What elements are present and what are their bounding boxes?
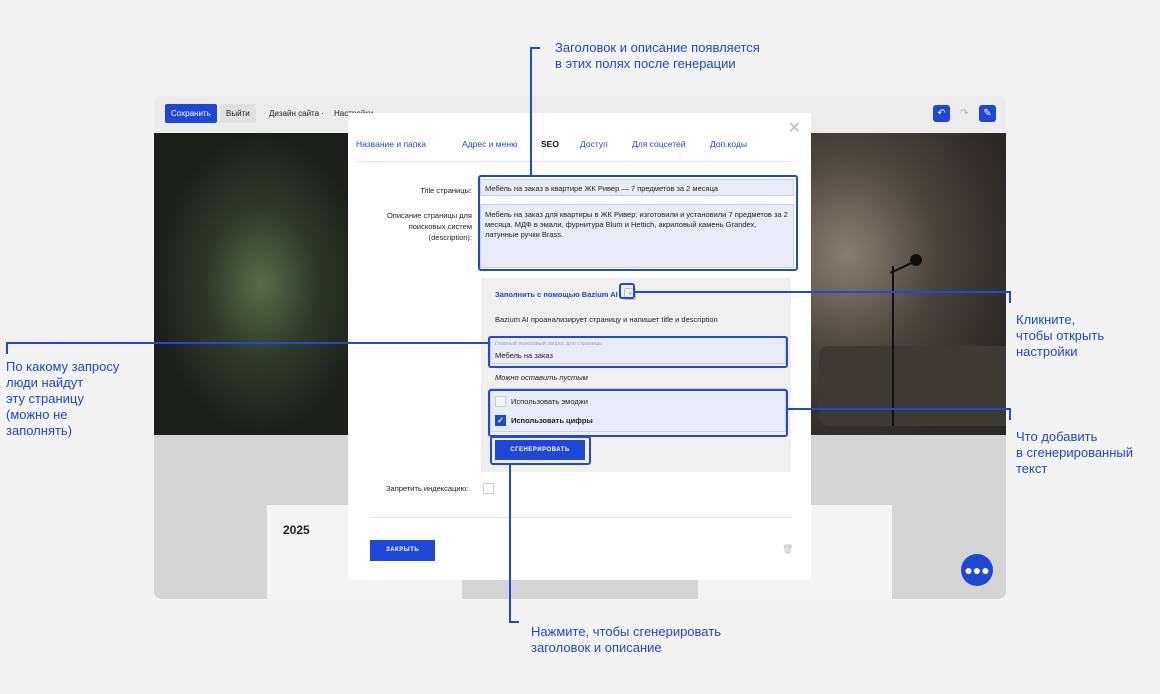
connector-top-tick (530, 47, 540, 49)
connector-options-drop (1009, 408, 1011, 420)
callout-generate: Нажмите, чтобы сгенерировать заголовок и… (531, 624, 721, 655)
topbar-actions: ↶ ↷ ✎ (933, 105, 996, 122)
callout-settings: Кликните, чтобы открыть настройки (1016, 312, 1105, 359)
kitchen-photo (154, 133, 349, 435)
callout-query: По какому запросу люди найдут эту страни… (6, 359, 120, 438)
generate-highlight (490, 436, 591, 465)
redo-icon[interactable]: ↷ (956, 105, 973, 122)
modal-tabs: Название и папка Адрес и меню SEO Доступ… (356, 139, 791, 162)
tab-address-menu[interactable]: Адрес и меню (462, 139, 517, 149)
close-button[interactable]: ЗАКРЫТЬ (370, 540, 435, 561)
connector-query (6, 342, 488, 344)
connector-top (530, 47, 532, 175)
tab-seo[interactable]: SEO (541, 139, 559, 149)
modal-divider (370, 517, 792, 518)
connector-query-drop (6, 342, 8, 354)
floor-lamp-head (910, 254, 922, 266)
options-highlight (488, 389, 788, 437)
close-icon[interactable]: ✕ (788, 121, 801, 137)
description-label: Описание страницы для поисковых систем (… (386, 211, 472, 242)
tab-extra-codes[interactable]: Доп.коды (710, 139, 747, 149)
connector-options (788, 408, 1011, 410)
ai-settings-highlight (619, 283, 635, 299)
fill-with-ai-link[interactable]: Заполнить с помощью Bazium AI (495, 290, 618, 299)
seo-fields-highlight (478, 175, 798, 271)
trash-icon[interactable]: 🗑 (782, 544, 793, 555)
title-label: Title страницы: (420, 186, 472, 195)
exit-button[interactable]: Выйти (220, 104, 256, 123)
connector-settings (635, 291, 1011, 293)
connector-bottom (509, 465, 511, 623)
query-hint: Можно оставить пустым (495, 373, 588, 382)
tab-name-folder[interactable]: Название и папка (356, 139, 426, 149)
chat-icon[interactable]: ●●● (961, 554, 993, 586)
tab-social[interactable]: Для соцсетей (632, 139, 686, 149)
connector-settings-drop (1009, 291, 1011, 303)
noindex-checkbox[interactable] (483, 483, 494, 494)
edit-pencil-icon[interactable]: ✎ (979, 105, 996, 122)
callout-options: Что добавить в сгенерированный текст (1016, 429, 1134, 476)
connector-bottom-tick (509, 621, 519, 623)
site-design-menu[interactable]: Дизайн сайта · (269, 104, 324, 123)
undo-icon[interactable]: ↶ (933, 105, 950, 122)
tutorial-stage: Сохранить Выйти Дизайн сайта · Настройки… (0, 0, 1160, 694)
callout-top: Заголовок и описание появляется в этих п… (555, 40, 760, 71)
tab-access[interactable]: Доступ (580, 139, 608, 149)
ai-description: Bazium AI проанализирует страницу и напи… (495, 315, 718, 324)
noindex-label: Запретить индексацию: (386, 484, 469, 493)
save-button[interactable]: Сохранить (165, 104, 217, 123)
floor-lamp-pole (892, 266, 894, 426)
search-query-highlight (488, 336, 788, 368)
sofa-shape (819, 346, 1006, 426)
card-year: 2025 (283, 523, 310, 537)
